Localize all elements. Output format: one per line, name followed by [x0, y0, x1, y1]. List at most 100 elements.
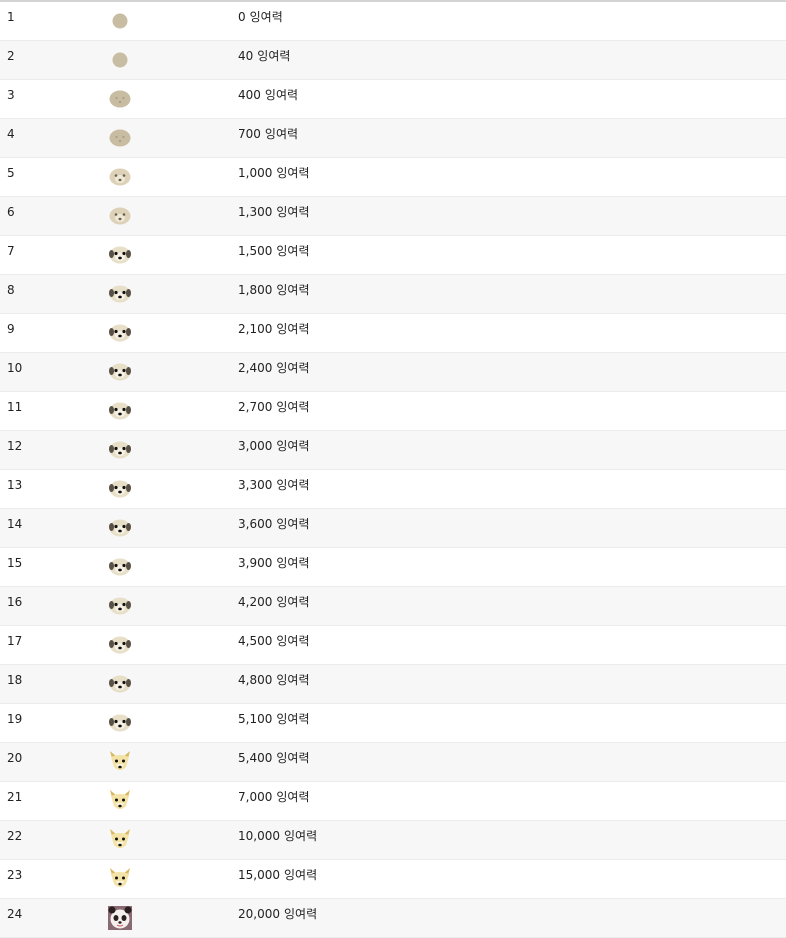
- points-unit: 잉여력: [276, 712, 310, 726]
- required-points: 1,000 잉여력: [238, 166, 309, 180]
- table-row-level-17: 17 4,500 잉여력: [0, 626, 786, 665]
- light-dog-face-icon: [108, 204, 132, 228]
- required-points: 7,000 잉여력: [238, 790, 309, 804]
- table-row-level-18: 18 4,800 잉여력: [0, 665, 786, 704]
- points-unit: 잉여력: [284, 868, 318, 882]
- table-row-level-22: 22 10,000 잉여력: [0, 821, 786, 860]
- required-points: 4,800 잉여력: [238, 673, 309, 687]
- fox-face-icon: [108, 867, 132, 891]
- points-amount: 1,800: [238, 283, 273, 297]
- blank-circle-icon: [108, 9, 132, 33]
- fox-face-icon: [108, 750, 132, 774]
- table-row-level-21: 21 7,000 잉여력: [0, 782, 786, 821]
- points-unit: 잉여력: [276, 166, 310, 180]
- required-points: 10,000 잉여력: [238, 829, 317, 843]
- required-points: 4,500 잉여력: [238, 634, 309, 648]
- level-number: 23: [7, 868, 23, 882]
- level-number: 15: [7, 556, 23, 570]
- required-points: 20,000 잉여력: [238, 907, 317, 921]
- level-number: 5: [7, 166, 15, 180]
- table-row-level-3: 3 400 잉여력: [0, 80, 786, 119]
- level-number: 2: [7, 49, 15, 63]
- level-number: 8: [7, 283, 15, 297]
- level-number: 19: [7, 712, 23, 726]
- level-number: 13: [7, 478, 23, 492]
- points-amount: 1,500: [238, 244, 273, 258]
- points-unit: 잉여력: [264, 88, 299, 102]
- level-number: 7: [7, 244, 15, 258]
- level-number: 21: [7, 790, 23, 804]
- level-number: 9: [7, 322, 15, 336]
- points-amount: 400: [238, 88, 261, 102]
- points-unit: 잉여력: [276, 790, 310, 804]
- points-amount: 4,800: [238, 673, 273, 687]
- table-row-level-15: 15 3,900 잉여력: [0, 548, 786, 587]
- points-amount: 1,000: [238, 166, 273, 180]
- blank-circle-icon: [108, 48, 132, 72]
- table-row-level-8: 8 1,800 잉여력: [0, 275, 786, 314]
- table-row-level-7: 7 1,500 잉여력: [0, 236, 786, 275]
- level-number: 17: [7, 634, 23, 648]
- table-row-level-24: 24 20,000 잉여력: [0, 899, 786, 938]
- points-amount: 4,200: [238, 595, 273, 609]
- required-points: 15,000 잉여력: [238, 868, 317, 882]
- required-points: 3,300 잉여력: [238, 478, 309, 492]
- table-row-level-2: 2 40 잉여력: [0, 41, 786, 80]
- points-unit: 잉여력: [284, 907, 318, 921]
- points-amount: 1,300: [238, 205, 273, 219]
- faint-face-icon: [108, 126, 132, 150]
- table-row-level-6: 6 1,300 잉여력: [0, 197, 786, 236]
- required-points: 1,300 잉여력: [238, 205, 309, 219]
- table-row-level-19: 19 5,100 잉여력: [0, 704, 786, 743]
- points-amount: 2,100: [238, 322, 273, 336]
- table-row-level-5: 5 1,000 잉여력: [0, 158, 786, 197]
- level-number: 4: [7, 127, 15, 141]
- dog-face-icon: [108, 321, 132, 345]
- points-amount: 10,000: [238, 829, 280, 843]
- table-row-level-11: 11 2,700 잉여력: [0, 392, 786, 431]
- points-unit: 잉여력: [276, 361, 310, 375]
- required-points: 2,100 잉여력: [238, 322, 309, 336]
- dog-face-icon: [108, 711, 132, 735]
- table-row-level-16: 16 4,200 잉여력: [0, 587, 786, 626]
- points-unit: 잉여력: [264, 127, 299, 141]
- points-unit: 잉여력: [276, 205, 310, 219]
- level-number: 3: [7, 88, 15, 102]
- points-unit: 잉여력: [276, 556, 310, 570]
- points-unit: 잉여력: [276, 322, 310, 336]
- dog-face-icon: [108, 438, 132, 462]
- level-number: 10: [7, 361, 23, 375]
- panda-face-icon: [108, 906, 132, 930]
- level-number: 12: [7, 439, 23, 453]
- required-points: 2,700 잉여력: [238, 400, 309, 414]
- required-points: 3,000 잉여력: [238, 439, 309, 453]
- dog-face-icon: [108, 282, 132, 306]
- fox-face-icon: [108, 828, 132, 852]
- table-row-level-12: 12 3,000 잉여력: [0, 431, 786, 470]
- required-points: 3,900 잉여력: [238, 556, 309, 570]
- required-points: 40 잉여력: [238, 49, 290, 63]
- required-points: 1,500 잉여력: [238, 244, 309, 258]
- dog-face-icon: [108, 360, 132, 384]
- faint-face-icon: [108, 87, 132, 111]
- dog-face-icon: [108, 516, 132, 540]
- points-amount: 5,100: [238, 712, 273, 726]
- points-amount: 700: [238, 127, 261, 141]
- level-number: 6: [7, 205, 15, 219]
- level-number: 11: [7, 400, 23, 414]
- points-amount: 15,000: [238, 868, 280, 882]
- points-unit: 잉여력: [276, 751, 310, 765]
- points-amount: 3,300: [238, 478, 273, 492]
- points-unit: 잉여력: [276, 244, 310, 258]
- level-number: 14: [7, 517, 23, 531]
- table-row-level-4: 4 700 잉여력: [0, 119, 786, 158]
- points-amount: 7,000: [238, 790, 273, 804]
- points-amount: 3,900: [238, 556, 273, 570]
- points-amount: 5,400: [238, 751, 273, 765]
- points-unit: 잉여력: [276, 283, 310, 297]
- table-row-level-23: 23 15,000 잉여력: [0, 860, 786, 899]
- required-points: 1,800 잉여력: [238, 283, 309, 297]
- level-table: 1 0 잉여력 2 40 잉여력 3 400 잉여력 4 700 잉여력 5 1,000…: [0, 0, 786, 938]
- dog-face-icon: [108, 633, 132, 657]
- points-unit: 잉여력: [276, 400, 310, 414]
